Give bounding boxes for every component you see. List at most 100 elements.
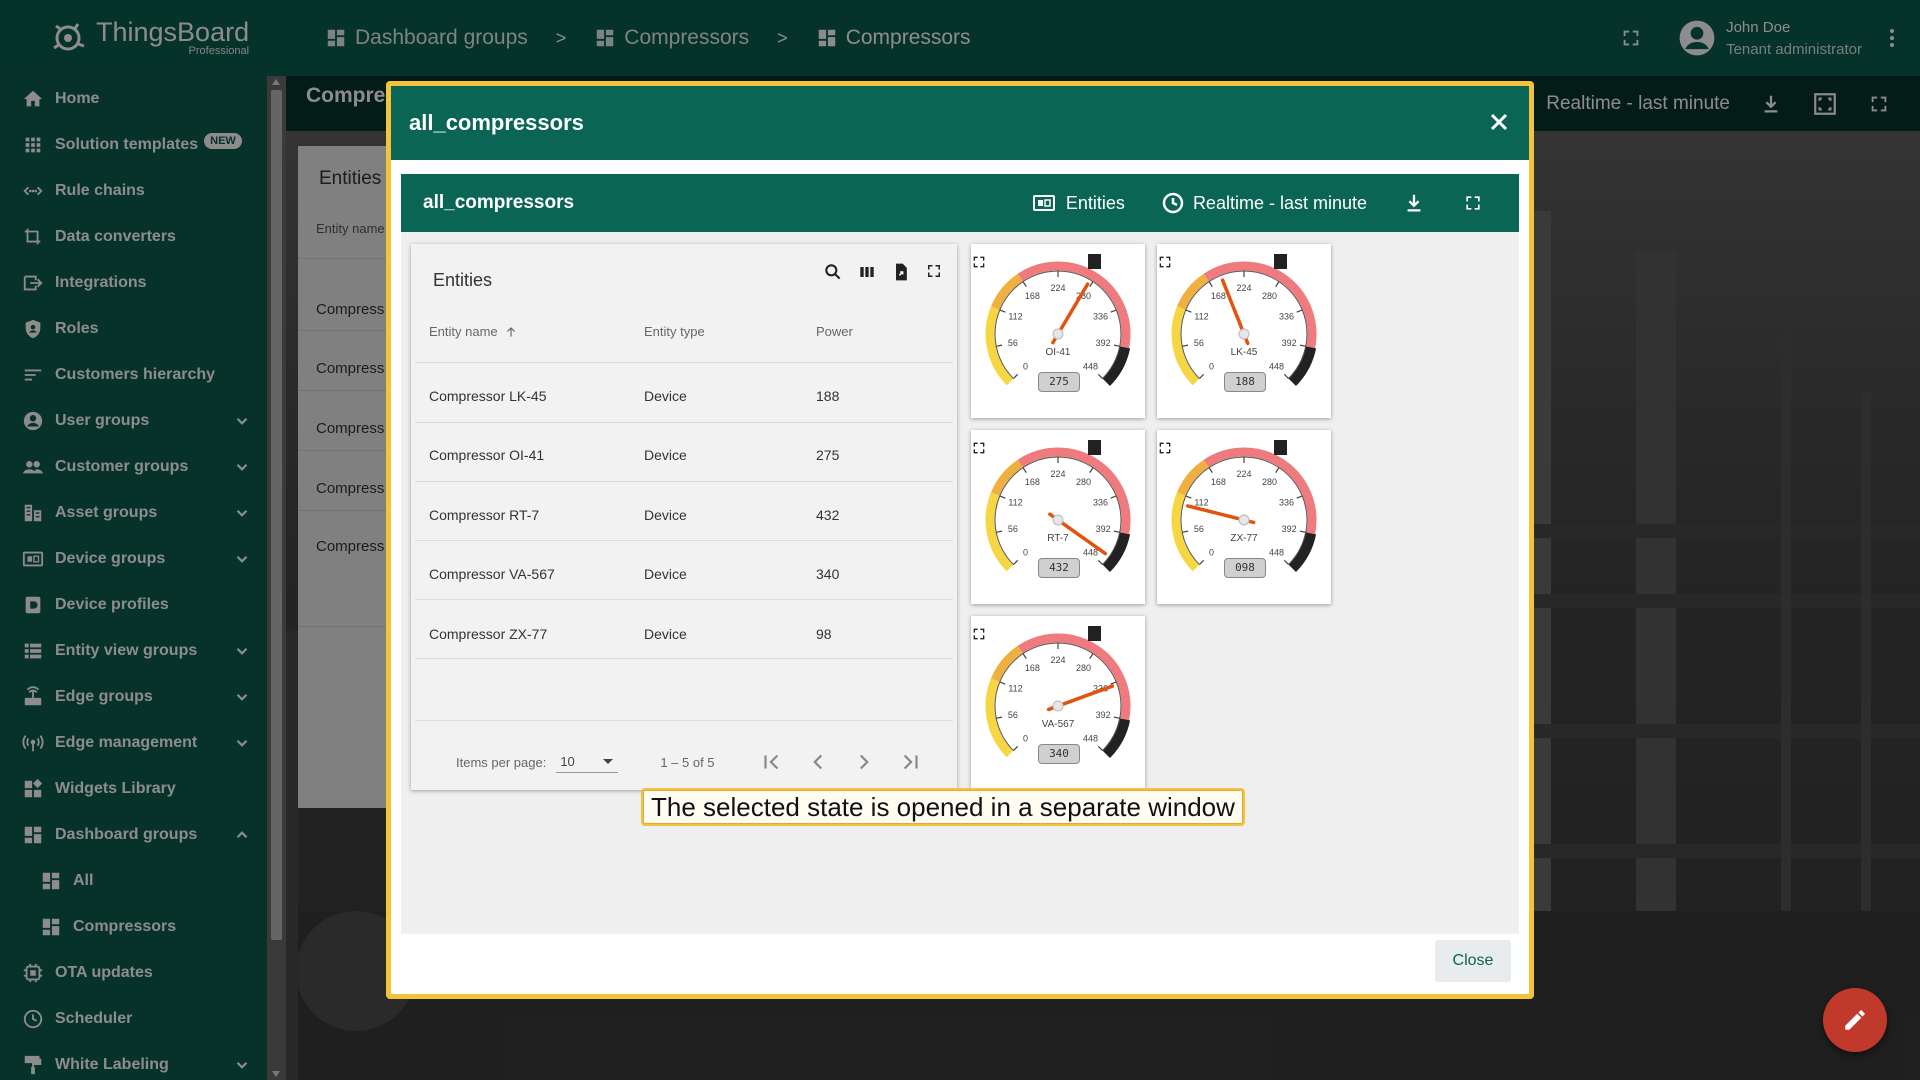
entity-view-icon [20, 638, 46, 664]
search-icon[interactable] [823, 262, 843, 282]
dashboard-icon [597, 29, 614, 47]
sidebar-scrollbar[interactable] [267, 76, 286, 1080]
ota-icon [20, 960, 46, 986]
sidebar-item-ota-updates[interactable]: OTA updates [0, 950, 267, 996]
widget-action-icon[interactable] [1274, 254, 1287, 269]
sidebar-item-user-groups[interactable]: User groups [0, 398, 267, 444]
sidebar-item-data-converters[interactable]: Data converters [0, 214, 267, 260]
fullscreen-icon[interactable] [1463, 193, 1483, 213]
widget-action-icon[interactable] [1088, 626, 1101, 641]
gauge-tick [1022, 281, 1027, 287]
export-file-icon[interactable] [891, 262, 911, 282]
rule-chain-icon [20, 178, 46, 204]
last-page-icon[interactable] [897, 749, 923, 775]
gauge-widget[interactable]: 0 56 112 168 224 280 336 392 448 LK-45 188 [1157, 244, 1331, 418]
sidebar-item-device-groups[interactable]: Device groups [0, 536, 267, 582]
cell-entity-type: Device [644, 507, 687, 523]
scroll-up-arrow-icon[interactable] [272, 79, 280, 85]
sidebar-item-roles[interactable]: Roles [0, 306, 267, 352]
background-row: Compress [316, 301, 385, 318]
dialog-title: all_compressors [409, 110, 584, 135]
sidebar-item-white-labeling[interactable]: White Labeling [0, 1042, 267, 1080]
home-icon [20, 86, 46, 112]
gauge-tick [1097, 559, 1103, 565]
gauge-tick [1185, 309, 1192, 313]
logo[interactable]: ThingsBoard Professional [0, 0, 287, 76]
gauge-tick [1110, 309, 1117, 313]
items-per-page-select[interactable]: 10 [556, 751, 619, 773]
sidebar-item-solution-templates[interactable]: Solution templates NEW [0, 122, 267, 168]
gauge-tick-label: 112 [1008, 311, 1022, 321]
fullscreen-icon[interactable] [971, 440, 987, 456]
sidebar-item-dashboard-groups[interactable]: Dashboard groups [0, 812, 267, 858]
timewindow-button[interactable]: Realtime - last minute [1161, 191, 1367, 215]
sidebar-item-dashboard-groups-all[interactable]: All [0, 858, 267, 904]
sidebar-scrollbar-thumb[interactable] [271, 90, 282, 940]
dashboard-icon [38, 914, 64, 940]
sidebar-item-widgets-library[interactable]: Widgets Library [0, 766, 267, 812]
scroll-down-arrow-icon[interactable] [272, 1071, 280, 1077]
people-icon [20, 454, 46, 480]
gauge-widget[interactable]: 0 56 112 168 224 280 336 392 448 RT-7 432 [971, 430, 1145, 604]
sidebar-item-asset-groups[interactable]: Asset groups [0, 490, 267, 536]
items-per-page-label: Items per page: [456, 754, 547, 770]
gauge-tick [1110, 495, 1117, 499]
sidebar-item-device-profiles[interactable]: Device profiles [0, 582, 267, 628]
cell-entity-type: Device [644, 626, 687, 642]
sidebar-item-scheduler[interactable]: Scheduler [0, 996, 267, 1042]
download-icon[interactable] [1403, 192, 1425, 214]
sidebar-item-entity-view-groups[interactable]: Entity view groups [0, 628, 267, 674]
gauge-widget[interactable]: 0 56 112 168 224 280 336 392 448 OI-41 275 [971, 244, 1145, 418]
sidebar-item-rule-chains[interactable]: Rule chains [0, 168, 267, 214]
gauge-widget[interactable]: 0 56 112 168 224 280 336 392 448 VA-567 340 [971, 616, 1145, 790]
entities-selector-button[interactable]: Entities [1030, 191, 1125, 215]
columns-icon[interactable] [857, 262, 877, 282]
cell-entity-type: Device [644, 566, 687, 582]
divider [415, 481, 953, 482]
sidebar-item-dashboard-groups-compressors[interactable]: Compressors [0, 904, 267, 950]
gauge-tick [999, 495, 1006, 499]
first-page-icon[interactable] [759, 749, 785, 775]
column-header-power[interactable]: Power [816, 324, 853, 339]
close-icon[interactable] [1487, 110, 1511, 134]
edit-fab-button[interactable] [1823, 988, 1887, 1052]
close-button[interactable]: Close [1435, 940, 1511, 982]
divider [415, 540, 953, 541]
sidebar-item-integrations[interactable]: Integrations [0, 260, 267, 306]
sidebar-item-customer-groups[interactable]: Customer groups [0, 444, 267, 490]
gauge-tick-label: 168 [1025, 291, 1040, 301]
more-vert-icon[interactable] [1880, 26, 1904, 50]
gauge-needle-hub [1238, 328, 1250, 340]
gauge-widget[interactable]: 0 56 112 168 224 280 336 392 448 ZX-77 098 [1157, 430, 1331, 604]
sidebar-item-edge-groups[interactable]: Edge groups [0, 674, 267, 720]
fullscreen-icon[interactable] [1620, 27, 1642, 49]
widget-action-icon[interactable] [1274, 440, 1287, 455]
fullscreen-icon[interactable] [971, 626, 987, 642]
breadcrumb-dashboard-groups[interactable]: Dashboard groups [325, 26, 528, 50]
column-header-entity-name[interactable]: Entity name [429, 324, 518, 339]
sidebar-item-edge-management[interactable]: Edge management [0, 720, 267, 766]
gauge-tick-label: 336 [1093, 311, 1108, 321]
next-page-icon[interactable] [851, 749, 877, 775]
page-navigation [759, 749, 923, 775]
column-header-entity-type[interactable]: Entity type [644, 324, 705, 339]
fullscreen-icon[interactable] [1157, 440, 1173, 456]
sidebar-item-home[interactable]: Home [0, 76, 267, 122]
user-menu[interactable]: John Doe Tenant administrator [1678, 19, 1862, 58]
widget-action-icon[interactable] [1088, 254, 1101, 269]
sidebar-item-customers-hierarchy[interactable]: Customers hierarchy [0, 352, 267, 398]
gauge-tick-label: 280 [1076, 663, 1091, 673]
fullscreen-icon[interactable] [971, 254, 987, 270]
fullscreen-icon[interactable] [1157, 254, 1173, 270]
user-role: Tenant administrator [1726, 40, 1862, 58]
state-dialog: all_compressors all_compressors Entities… [386, 81, 1534, 999]
breadcrumb-compressors-group[interactable]: Compressors [594, 26, 749, 50]
gauge-tick-label: 0 [1023, 548, 1028, 558]
gauge-label: OI-41 [1045, 347, 1071, 358]
gauge-tick-label: 112 [1194, 311, 1208, 321]
fullscreen-icon[interactable] [925, 262, 943, 280]
gauge-needle-hub [1052, 328, 1064, 340]
brand-name: ThingsBoard [96, 17, 250, 47]
widget-action-icon[interactable] [1088, 440, 1101, 455]
previous-page-icon[interactable] [805, 749, 831, 775]
